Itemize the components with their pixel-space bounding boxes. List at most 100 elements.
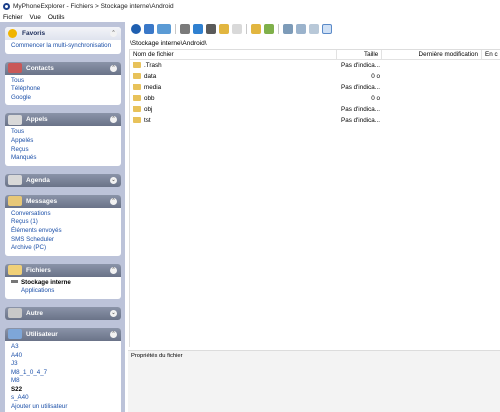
contacts-item-google[interactable]: Google: [11, 94, 121, 103]
sync-icon[interactable]: [131, 24, 141, 34]
table-row[interactable]: .Trash Pas d'indica...: [130, 60, 500, 71]
table-row[interactable]: media Pas d'indica...: [130, 82, 500, 93]
collapse-icon[interactable]: ⌃: [110, 330, 117, 338]
new-folder-icon[interactable]: [219, 24, 229, 34]
properties-icon[interactable]: [232, 24, 242, 34]
messages-item-recus[interactable]: Reçus (1): [11, 218, 121, 227]
column-extra[interactable]: En c: [482, 50, 500, 60]
panel-favoris: Favoris ⌃ Commencer la multi-synchronisa…: [5, 27, 121, 54]
view-list-icon[interactable]: [309, 24, 319, 34]
column-header-row: Nom de fichier Taille Dernière modificat…: [130, 49, 500, 60]
expand-icon[interactable]: ⌄: [110, 176, 117, 184]
utilisateur-item-m8-1047[interactable]: M8_1_0_4_7: [11, 369, 121, 378]
file-name: obb: [144, 95, 155, 102]
utilisateur-item-ajouter[interactable]: Ajouter un utilisateur: [11, 403, 121, 412]
view-large-icons-icon[interactable]: [296, 24, 306, 34]
file-name: obj: [144, 106, 153, 113]
panel-utilisateur-header[interactable]: Utilisateur ⌃: [5, 327, 121, 341]
column-modified[interactable]: Dernière modification: [382, 49, 483, 60]
view-thumbnails-icon[interactable]: [283, 24, 293, 34]
messages-item-envoyes[interactable]: Éléments envoyés: [11, 227, 121, 236]
appels-item-appeles[interactable]: Appelés: [11, 137, 121, 146]
table-row[interactable]: obb 0 o: [130, 93, 500, 104]
fichiers-item-applications[interactable]: Applications: [11, 287, 121, 296]
collapse-icon[interactable]: ⌃: [110, 266, 117, 274]
fichiers-item-stockage-interne[interactable]: Stockage interne: [11, 279, 121, 288]
collapse-icon[interactable]: ⌃: [110, 30, 117, 37]
panel-messages-header[interactable]: Messages ⌃: [5, 194, 121, 208]
file-size-cell: Pas d'indica...: [341, 117, 381, 124]
panel-appels-header[interactable]: Appels ⌃: [5, 113, 121, 127]
file-name-cell: .Trash: [130, 62, 338, 69]
panel-fichiers-header[interactable]: Fichiers ⌃: [5, 263, 121, 277]
view-details-icon[interactable]: [322, 24, 332, 34]
appels-item-recus[interactable]: Reçus: [11, 146, 121, 155]
utilisateur-item-a3[interactable]: A3: [11, 343, 121, 352]
file-name-cell: media: [130, 84, 338, 91]
favoris-item[interactable]: Commencer la multi-synchronisation: [11, 42, 121, 51]
panel-contacts-title: Contacts: [26, 64, 54, 72]
upload-icon[interactable]: [193, 24, 203, 34]
file-name: media: [144, 84, 162, 91]
title-bar: MyPhoneExplorer - Fichiers > Stockage in…: [0, 0, 500, 12]
column-size[interactable]: Taille: [337, 49, 383, 60]
utilisateur-item-j3[interactable]: J3: [11, 360, 121, 369]
rename-icon[interactable]: [264, 24, 274, 34]
file-name: .Trash: [144, 62, 162, 69]
column-name[interactable]: Nom de fichier: [130, 49, 338, 60]
folder-icon: [133, 95, 141, 101]
contacts-icon: [8, 63, 22, 74]
file-name-cell: tst: [130, 117, 338, 124]
phone-screen-icon[interactable]: [144, 24, 154, 34]
folder-icon: [133, 84, 141, 90]
table-row[interactable]: data 0 o: [130, 71, 500, 82]
edit-icon[interactable]: [251, 24, 261, 34]
utilisateur-item-s22[interactable]: S22: [11, 386, 121, 395]
path-bar[interactable]: \Stockage interne\Android\: [128, 38, 500, 48]
sidebar: Favoris ⌃ Commencer la multi-synchronisa…: [0, 22, 125, 412]
menu-bar: Fichier Vue Outils: [0, 12, 500, 22]
menu-outils[interactable]: Outils: [48, 14, 65, 21]
star-icon: [8, 29, 17, 38]
appels-item-manques[interactable]: Manqués: [11, 154, 121, 163]
panel-autre-header[interactable]: Autre ⌄: [5, 306, 121, 320]
menu-vue[interactable]: Vue: [30, 14, 41, 21]
panel-agenda-title: Agenda: [26, 176, 50, 184]
appels-item-tous[interactable]: Tous: [11, 128, 121, 137]
collapse-icon[interactable]: ⌃: [110, 116, 117, 124]
utilisateur-item-a40[interactable]: A40: [11, 352, 121, 361]
expand-icon[interactable]: ⌄: [110, 309, 117, 317]
panel-contacts-header[interactable]: Contacts ⌃: [5, 61, 121, 75]
panel-fichiers-title: Fichiers: [26, 266, 51, 274]
window-title: MyPhoneExplorer - Fichiers > Stockage in…: [13, 2, 174, 10]
table-row[interactable]: obj Pas d'indica...: [130, 104, 500, 115]
panel-favoris-header[interactable]: Favoris ⌃: [5, 27, 121, 40]
panel-utilisateur: Utilisateur ⌃ A3 A40 J3 M8_1_0_4_7 M8 S2…: [5, 327, 121, 412]
toolbar-separator: [246, 24, 247, 34]
panel-appels: Appels ⌃ Tous Appelés Reçus Manqués: [5, 113, 121, 166]
delete-icon[interactable]: [206, 24, 216, 34]
utilisateur-item-m8[interactable]: M8: [11, 377, 121, 386]
file-list: Nom de fichier Taille Dernière modificat…: [129, 49, 500, 347]
collapse-icon[interactable]: ⌃: [110, 64, 117, 72]
toolbar: [128, 22, 500, 36]
toolbar-separator: [175, 24, 176, 34]
table-row[interactable]: tst Pas d'indica...: [130, 115, 500, 126]
contacts-item-tous[interactable]: Tous: [11, 77, 121, 86]
messages-item-archive[interactable]: Archive (PC): [11, 244, 121, 253]
tools-icon: [8, 308, 22, 319]
refresh-dropdown-icon[interactable]: [157, 24, 171, 34]
contacts-item-telephone[interactable]: Téléphone: [11, 85, 121, 94]
file-name-cell: obj: [130, 106, 338, 113]
menu-fichier[interactable]: Fichier: [3, 14, 23, 21]
messages-item-conversations[interactable]: Conversations: [11, 210, 121, 219]
panel-agenda-header[interactable]: Agenda ⌄: [5, 173, 121, 187]
fichiers-item-label: Stockage interne: [21, 278, 71, 286]
collapse-icon[interactable]: ⌃: [110, 197, 117, 205]
properties-title: Propriétés du fichier: [131, 353, 183, 359]
download-icon[interactable]: [180, 24, 190, 34]
panel-autre: Autre ⌄: [5, 306, 121, 320]
messages-item-sms-scheduler[interactable]: SMS Scheduler: [11, 236, 121, 245]
panel-favoris-title: Favoris: [22, 30, 46, 37]
utilisateur-item-s-a40[interactable]: s_A40: [11, 394, 121, 403]
